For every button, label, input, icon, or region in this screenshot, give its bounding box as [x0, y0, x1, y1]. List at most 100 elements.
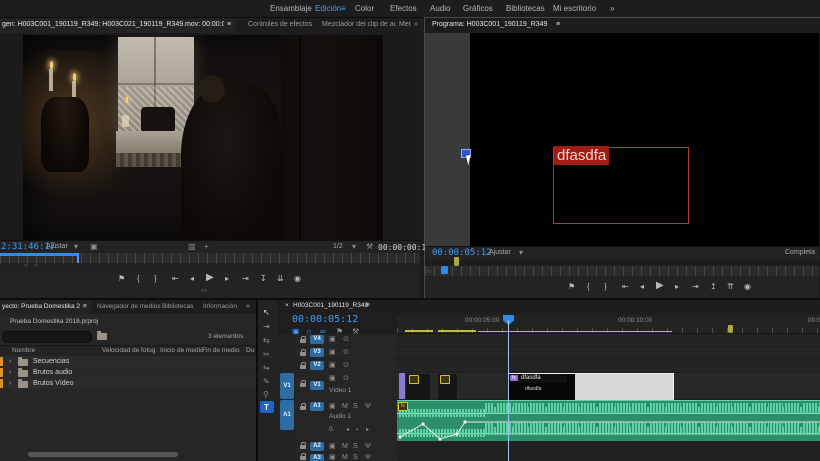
- add-marker-button[interactable]: ⚑: [118, 274, 125, 283]
- insert-button[interactable]: ↧: [260, 274, 267, 283]
- track-badge[interactable]: V1: [310, 381, 324, 390]
- track-header-a2[interactable]: A2 ▣ M S Ψ: [296, 441, 397, 452]
- bin-name[interactable]: Brutos Vídeo: [33, 380, 73, 387]
- mute-button[interactable]: M: [342, 453, 348, 461]
- track-lane-v4[interactable]: [397, 334, 820, 346]
- chevron-down-icon[interactable]: ▾: [74, 242, 78, 251]
- source-patch-audio[interactable]: A1: [280, 400, 294, 430]
- video-clip[interactable]: [437, 373, 458, 401]
- workspace-tab-efectos[interactable]: Efectos: [390, 4, 417, 13]
- goto-in-button[interactable]: ⇤: [622, 282, 629, 291]
- pen-tool[interactable]: ✎: [263, 377, 270, 386]
- horizontal-scrollbar[interactable]: [28, 452, 178, 457]
- table-row[interactable]: › Brutos Vídeo: [0, 378, 256, 389]
- program-scrubber[interactable]: [425, 266, 819, 276]
- solo-button[interactable]: S: [353, 442, 358, 451]
- sync-lock-icon[interactable]: ▣: [329, 402, 336, 411]
- timeline-tab-close-icon[interactable]: ×: [285, 302, 289, 309]
- panel-tabs-overflow-icon[interactable]: »: [414, 21, 418, 28]
- volume-rubber-band[interactable]: [397, 401, 820, 441]
- tab-effect-controls[interactable]: Controles de efectos: [248, 21, 312, 28]
- video-clip[interactable]: [405, 373, 431, 401]
- razor-tool[interactable]: ✂: [263, 350, 270, 359]
- track-badge[interactable]: A3: [310, 454, 324, 461]
- lift-button[interactable]: ↥: [710, 282, 717, 291]
- tab-audio-clip-mixer[interactable]: Mezclador del clip de audio: H003C001_19…: [322, 21, 396, 28]
- tab-info[interactable]: Información: [203, 303, 237, 310]
- track-lane-a3[interactable]: [397, 453, 820, 461]
- track-badge[interactable]: V2: [310, 361, 324, 370]
- source-panel-menu-icon[interactable]: ≡: [227, 21, 231, 28]
- lock-icon[interactable]: [300, 352, 306, 356]
- column-header-nombre[interactable]: Nombre: [12, 347, 35, 354]
- track-header-a1[interactable]: A1 ▣ M S Ψ Audio 1 0. ◂ ⬩ ▸: [296, 400, 397, 440]
- play-button[interactable]: ▶: [206, 273, 214, 282]
- audio-clip[interactable]: fx: [397, 400, 820, 441]
- track-name[interactable]: Vídeo 1: [329, 387, 351, 394]
- safe-margins-icon[interactable]: ▣: [90, 242, 98, 251]
- mic-icon[interactable]: Ψ: [365, 442, 371, 451]
- mute-button[interactable]: M: [342, 402, 348, 411]
- track-badge[interactable]: V3: [310, 348, 324, 357]
- project-search-input[interactable]: [2, 331, 92, 343]
- add-keyframe-icon[interactable]: ⬩: [356, 426, 358, 435]
- source-zoom-select[interactable]: 1/2: [333, 243, 343, 250]
- track-badge[interactable]: A2: [310, 442, 324, 451]
- sync-lock-icon[interactable]: ▣: [329, 348, 336, 357]
- track-select-tool[interactable]: ⇥: [263, 322, 270, 331]
- lock-icon[interactable]: [300, 339, 306, 343]
- workspace-menu-icon[interactable]: ≡: [341, 4, 346, 13]
- step-back-button[interactable]: ◂: [640, 282, 644, 291]
- add-marker-button[interactable]: ⚑: [568, 282, 575, 291]
- row-expand-icon[interactable]: ›: [9, 369, 11, 376]
- overlay-text[interactable]: dfasdfa: [554, 146, 609, 165]
- extract-button[interactable]: ⇈: [727, 282, 734, 291]
- track-lane-v3[interactable]: [397, 347, 820, 359]
- workspace-tab-color[interactable]: Color: [355, 4, 374, 13]
- tab-sequence[interactable]: H003C001_190119_R349: [293, 302, 368, 309]
- workspace-tab-graficos[interactable]: Gráficos: [463, 4, 493, 13]
- track-output-eye-icon[interactable]: ⊙: [343, 361, 349, 370]
- workspace-tab-mi-escritorio[interactable]: Mi escritorio: [553, 4, 596, 13]
- track-badge[interactable]: A1: [310, 402, 324, 411]
- graphic-clip[interactable]: dfasdfa fx dfasdfa: [508, 373, 674, 401]
- tab-libraries[interactable]: Bibliotecas: [162, 303, 193, 310]
- sync-lock-icon[interactable]: ▣: [329, 442, 336, 451]
- goto-out-button[interactable]: ⇥: [242, 274, 249, 283]
- track-lane-v2[interactable]: [397, 360, 820, 372]
- program-current-timecode[interactable]: 00:00:05:12: [432, 248, 492, 258]
- export-frame-button[interactable]: ◉: [744, 282, 751, 291]
- column-header-du[interactable]: Du: [246, 347, 254, 354]
- zoom-handle-icon[interactable]: ○: [24, 262, 28, 271]
- track-output-eye-icon[interactable]: ⊙: [343, 374, 349, 383]
- tab-program-monitor[interactable]: Programa: H003C001_190119_R349: [432, 21, 547, 28]
- mark-in-button[interactable]: {: [137, 274, 140, 283]
- grid-icon[interactable]: ▥: [188, 242, 196, 251]
- project-panel-menu-icon[interactable]: ≡: [83, 303, 87, 310]
- bin-name[interactable]: Brutos audio: [33, 369, 72, 376]
- tab-project[interactable]: yecto: Prueba Domestika 2018: [2, 303, 80, 310]
- project-breadcrumb[interactable]: Prueba Domestika 2018.prproj: [10, 318, 98, 325]
- playhead-line[interactable]: [508, 320, 509, 461]
- selection-tool[interactable]: ↖: [263, 308, 270, 317]
- bin-name[interactable]: Secuencias: [33, 358, 69, 365]
- program-playhead[interactable]: [441, 266, 448, 274]
- workspace-tab-edicion[interactable]: Edición: [315, 4, 341, 13]
- workspace-tab-bibliotecas[interactable]: Bibliotecas: [506, 4, 545, 13]
- source-fit-select[interactable]: Ajustar: [46, 243, 68, 250]
- source-playhead[interactable]: [77, 253, 79, 263]
- column-header-velocidad[interactable]: Velocidad de fotog: [102, 347, 156, 354]
- wrench-icon[interactable]: ⚒: [366, 242, 373, 251]
- sync-lock-icon[interactable]: ▣: [329, 361, 336, 370]
- folder-icon[interactable]: [97, 333, 107, 340]
- table-row[interactable]: › Brutos audio: [0, 367, 256, 378]
- mark-out-button[interactable]: }: [604, 282, 607, 291]
- row-expand-icon[interactable]: ›: [9, 380, 11, 387]
- track-lane-a2[interactable]: [397, 441, 820, 452]
- step-forward-button[interactable]: ▸: [225, 274, 229, 283]
- lock-icon[interactable]: [300, 456, 306, 460]
- tab-media-browser[interactable]: Navegador de medios: [97, 303, 161, 310]
- goto-out-button[interactable]: ⇥: [692, 282, 699, 291]
- program-quality-select[interactable]: Completa: [785, 249, 815, 256]
- button-editor-icon[interactable]: ▭: [201, 287, 207, 296]
